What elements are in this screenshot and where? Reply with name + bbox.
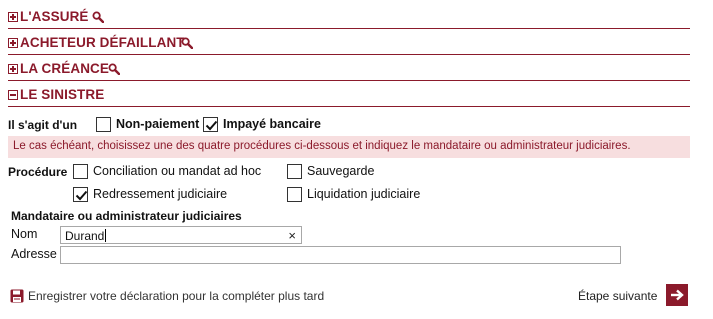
info-banner: Le cas échéant, choisissez une des quatr… [8, 136, 690, 158]
section-title-sinistre[interactable]: LE SINISTRE [20, 87, 104, 102]
expand-toggle-icon[interactable] [8, 12, 18, 22]
section-creance[interactable]: LA CRÉANCE [8, 59, 690, 81]
checkbox-label-impaye-bancaire[interactable]: Impayé bancaire [223, 117, 321, 131]
mandataire-heading: Mandataire ou administrateur judiciaires [11, 209, 242, 223]
section-title-assure[interactable]: L'ASSURÉ [20, 9, 89, 24]
section-title-creance[interactable]: LA CRÉANCE [20, 61, 109, 76]
checkbox-sauvegarde[interactable] [287, 164, 302, 179]
next-step-label[interactable]: Étape suivante [578, 289, 657, 303]
arrow-right-icon [671, 289, 684, 301]
checkbox-conciliation[interactable] [73, 164, 88, 179]
checkbox-non-paiement[interactable] [96, 117, 111, 132]
section-acheteur-defaillant[interactable]: ACHETEUR DÉFAILLANT [8, 33, 690, 55]
adresse-input[interactable] [60, 246, 621, 264]
checkbox-label-redressement[interactable]: Redressement judiciaire [93, 187, 227, 201]
checkbox-liquidation-judiciaire[interactable] [287, 187, 302, 202]
checkbox-impaye-bancaire[interactable] [203, 117, 218, 132]
checkbox-label-conciliation[interactable]: Conciliation ou mandat ad hoc [93, 164, 261, 178]
next-step-arrow-button[interactable] [666, 284, 688, 306]
section-assure[interactable]: L'ASSURÉ [8, 7, 690, 29]
checkbox-label-sauvegarde[interactable]: Sauvegarde [307, 164, 374, 178]
expand-toggle-icon[interactable] [8, 64, 18, 74]
claim-type-label: Il s'agit d'un [8, 118, 78, 132]
magnifier-icon[interactable] [92, 11, 104, 23]
save-draft-label[interactable]: Enregistrer votre déclaration pour la co… [28, 289, 324, 303]
checkbox-label-non-paiement[interactable]: Non-paiement [116, 117, 199, 131]
section-sinistre[interactable]: LE SINISTRE [8, 85, 690, 107]
collapse-toggle-icon[interactable] [8, 90, 18, 100]
nom-input[interactable]: Durand × [60, 226, 302, 244]
text-caret [105, 229, 107, 242]
procedure-label: Procédure [8, 165, 68, 179]
checkbox-redressement-judiciaire[interactable] [73, 187, 88, 202]
section-title-acheteur[interactable]: ACHETEUR DÉFAILLANT [20, 35, 185, 50]
magnifier-icon[interactable] [181, 37, 193, 49]
nom-label: Nom [11, 227, 38, 241]
magnifier-icon[interactable] [108, 63, 120, 75]
clear-input-icon[interactable]: × [288, 228, 296, 243]
expand-toggle-icon[interactable] [8, 38, 18, 48]
nom-input-value: Durand [65, 229, 105, 243]
checkbox-label-liquidation[interactable]: Liquidation judiciaire [307, 187, 420, 201]
check-icon [205, 120, 218, 131]
info-text: Le cas échéant, choisissez une des quatr… [13, 140, 631, 152]
floppy-disk-icon [10, 289, 24, 303]
adresse-label: Adresse [11, 247, 57, 261]
check-icon [75, 190, 88, 201]
